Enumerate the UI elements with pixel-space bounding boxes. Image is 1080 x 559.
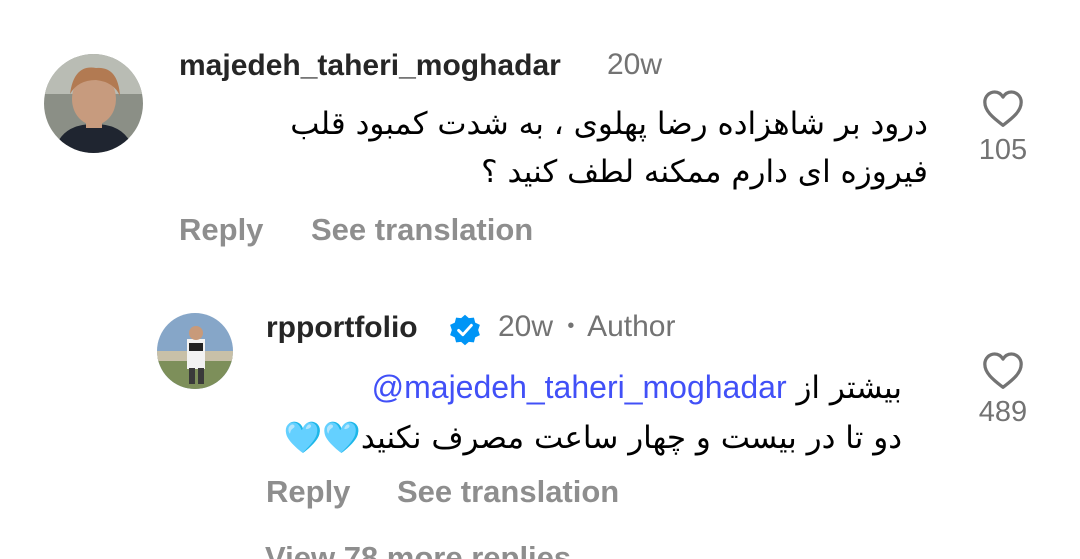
reply-line: دو تا در بیست و چهار ساعت مصرف نکنید🩵🩵 [284, 413, 902, 463]
view-more-replies-button[interactable]: View 78 more replies [265, 540, 571, 559]
reply-line-text: بیشتر از [796, 370, 902, 406]
comments-thread: majedeh_taheri_moghadar 20w درود بر شاهز… [0, 0, 1080, 559]
reply-button[interactable]: Reply [266, 474, 350, 510]
verified-badge-icon [450, 314, 480, 346]
like-count: 105 [978, 134, 1028, 166]
heart-icon[interactable] [981, 350, 1025, 390]
avatar[interactable] [44, 54, 143, 153]
like-area: 105 [963, 88, 1043, 167]
comment-username[interactable]: majedeh_taheri_moghadar [179, 49, 561, 83]
avatar[interactable] [157, 313, 233, 389]
like-count: 489 [978, 396, 1028, 428]
heart-icon[interactable] [981, 88, 1025, 128]
see-translation-button[interactable]: See translation [397, 474, 619, 510]
reply-button[interactable]: Reply [179, 212, 263, 248]
comment-line: فیروزه ای دارم ممکنه لطف کنید ؟ [481, 154, 928, 190]
reply-timestamp: 20w [498, 310, 554, 343]
heart-emoji: 🩵🩵 [283, 420, 361, 456]
see-translation-button[interactable]: See translation [311, 212, 533, 248]
reply-line: بیشتر از @majedeh_taheri_moghadar [284, 362, 902, 413]
comment-line: درود بر شاهزاده رضا پهلوی ، به شدت کمبود… [290, 106, 928, 142]
reply-line-text: دو تا در بیست و چهار ساعت مصرف نکنید [360, 420, 902, 456]
reply-username[interactable]: rpportfolio [266, 311, 418, 345]
comment-timestamp: 20w [607, 48, 663, 81]
mention-link[interactable]: @majedeh_taheri_moghadar [372, 369, 787, 405]
separator-dot: • [567, 315, 575, 337]
author-label: Author [587, 310, 676, 343]
reply-meta: 20w • Author [498, 310, 675, 344]
reply-body: بیشتر از @majedeh_taheri_moghadar دو تا … [284, 362, 902, 463]
comment-body: درود بر شاهزاده رضا پهلوی ، به شدت کمبود… [290, 100, 928, 196]
like-area: 489 [963, 350, 1043, 429]
